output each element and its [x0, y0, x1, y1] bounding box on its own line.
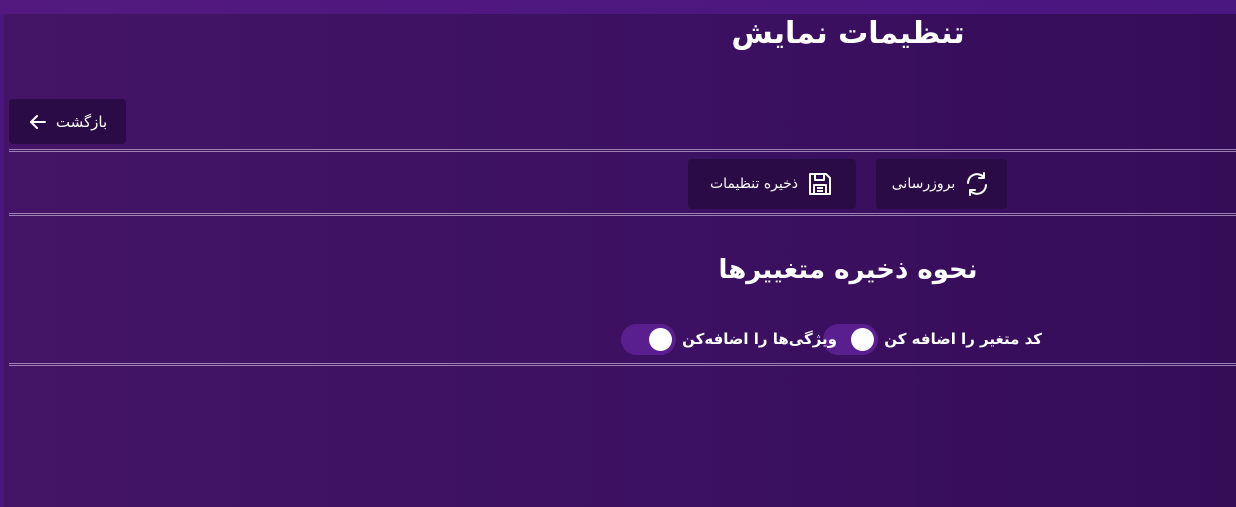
toggle-add-variable-code[interactable]: کد متغیر را اضافه کن [823, 323, 1042, 355]
save-settings-label: ذخیره تنظیمات [710, 176, 798, 192]
toggle-knob [649, 327, 673, 351]
refresh-icon [963, 170, 991, 198]
divider [9, 213, 1236, 216]
toggle-label: ویژگی‌ها را اضافه‌کن [682, 330, 837, 348]
refresh-button-label: بروزرسانی [891, 176, 956, 192]
back-button[interactable]: بازگشت [9, 99, 126, 144]
toggle-label: کد متغیر را اضافه کن [884, 330, 1042, 348]
toggle-knob [851, 327, 875, 351]
settings-panel [4, 14, 1236, 507]
divider [9, 149, 1236, 152]
divider [9, 363, 1236, 366]
refresh-button[interactable]: بروزرسانی [876, 159, 1007, 209]
page-title: تنظیمات نمایش [731, 16, 965, 51]
toggle-add-properties[interactable]: ویژگی‌ها را اضافه‌کن [621, 323, 837, 355]
save-settings-button[interactable]: ذخیره تنظیمات [688, 159, 856, 209]
arrow-left-icon [28, 112, 48, 132]
section-title: نحوه ذخیره متغییرها [718, 255, 978, 285]
back-button-label: بازگشت [55, 112, 108, 131]
top-bar [0, 0, 1236, 14]
floppy-disk-icon [806, 170, 834, 198]
toggle-switch[interactable] [621, 323, 677, 355]
